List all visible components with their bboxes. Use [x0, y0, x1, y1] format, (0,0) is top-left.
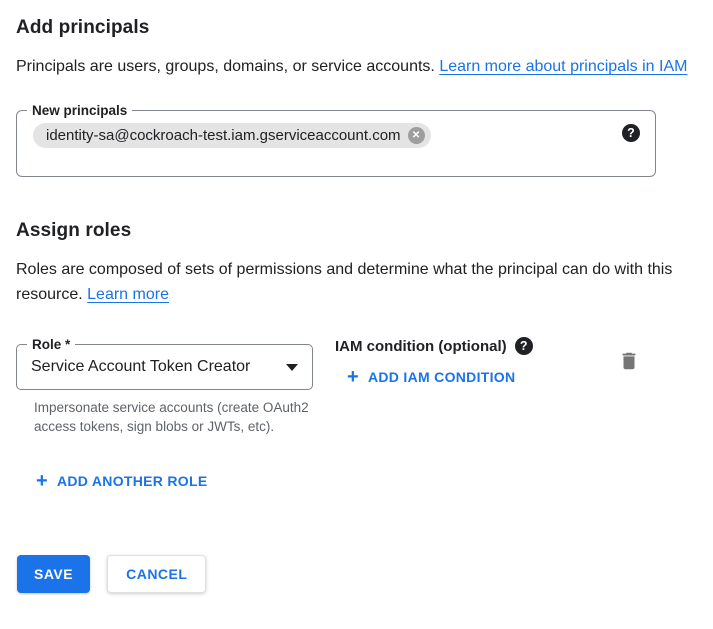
role-helper-text: Impersonate service accounts (create OAu…: [34, 398, 319, 436]
add-another-role-label: ADD ANOTHER ROLE: [57, 473, 208, 489]
role-selected-value: Service Account Token Creator: [31, 358, 250, 376]
page-title: Add principals: [16, 17, 697, 39]
principals-description: Principals are users, groups, domains, o…: [16, 54, 688, 79]
iam-condition-help-icon[interactable]: ?: [515, 337, 533, 355]
cancel-button[interactable]: CANCEL: [107, 555, 206, 593]
plus-icon: +: [36, 473, 48, 489]
trash-icon: [618, 360, 640, 375]
new-principals-label: New principals: [27, 102, 132, 119]
assign-roles-title: Assign roles: [16, 220, 697, 242]
add-principals-panel: Add principals Principals are users, gro…: [0, 0, 713, 613]
dropdown-arrow-icon: [286, 364, 298, 371]
remove-principal-icon[interactable]: ✕: [408, 127, 425, 144]
save-button[interactable]: SAVE: [17, 555, 90, 593]
principals-description-text: Principals are users, groups, domains, o…: [16, 58, 435, 75]
delete-role-column: [618, 350, 640, 377]
role-row: Role * Service Account Token Creator Imp…: [16, 337, 697, 436]
iam-condition-label: IAM condition (optional): [335, 338, 507, 355]
learn-more-roles-link[interactable]: Learn more: [87, 286, 169, 303]
role-select[interactable]: Role * Service Account Token Creator: [16, 344, 313, 390]
principal-chip: identity-sa@cockroach-test.iam.gservicea…: [33, 123, 431, 148]
add-iam-condition-label: ADD IAM CONDITION: [368, 369, 515, 385]
delete-role-button[interactable]: [618, 350, 640, 375]
new-principals-help-icon[interactable]: ?: [622, 124, 640, 142]
learn-more-principals-link[interactable]: Learn more about principals in IAM: [439, 58, 687, 75]
role-column: Role * Service Account Token Creator Imp…: [16, 337, 313, 436]
assign-roles-description: Roles are composed of sets of permission…: [16, 257, 688, 307]
new-principals-field[interactable]: New principals identity-sa@cockroach-tes…: [16, 110, 656, 177]
plus-icon: +: [347, 369, 359, 385]
dialog-actions: SAVE CANCEL: [16, 555, 697, 593]
add-another-role-button[interactable]: + ADD ANOTHER ROLE: [36, 473, 208, 489]
principal-chip-value: identity-sa@cockroach-test.iam.gservicea…: [46, 127, 401, 144]
iam-condition-column: IAM condition (optional) ? + ADD IAM CON…: [335, 337, 533, 388]
role-label: Role *: [27, 336, 75, 353]
add-iam-condition-button[interactable]: + ADD IAM CONDITION: [347, 369, 515, 385]
